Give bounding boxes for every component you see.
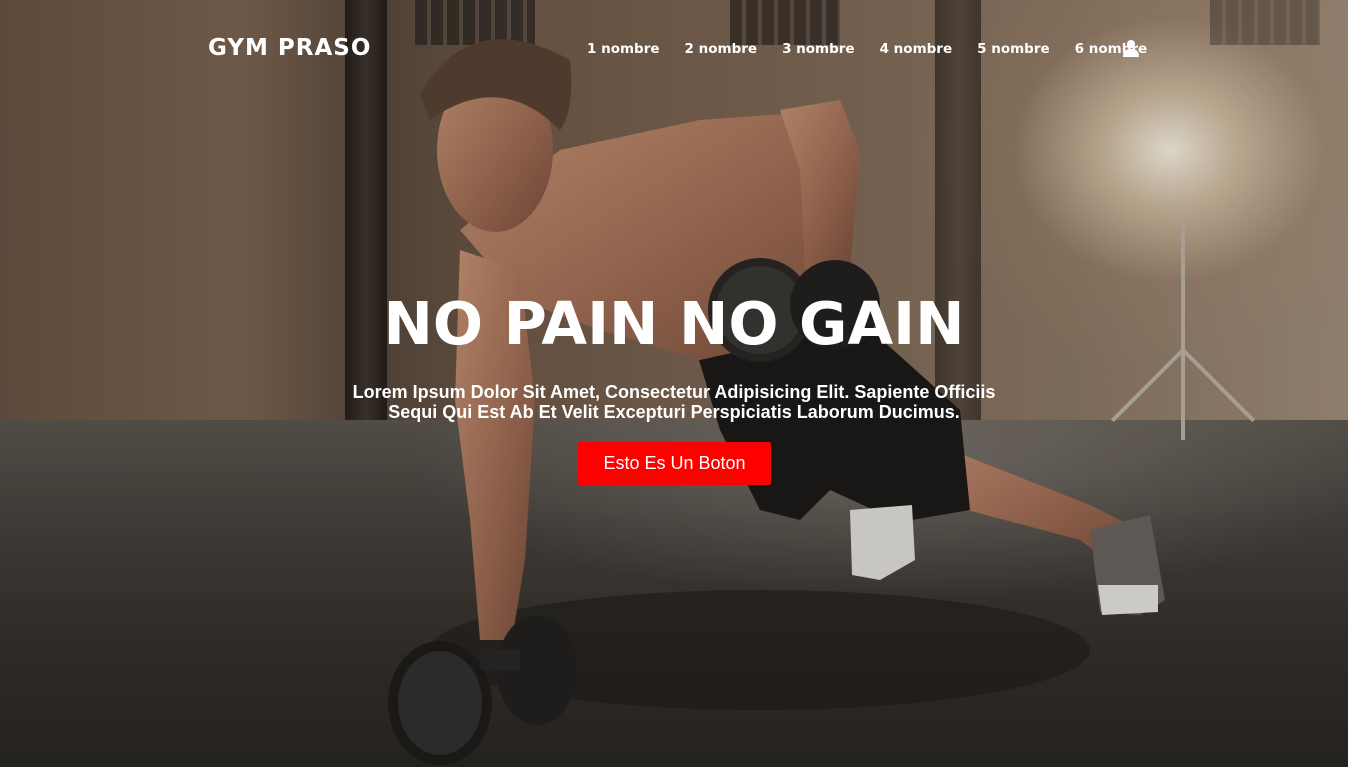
nav-link-4[interactable]: 4 nombre bbox=[880, 41, 953, 57]
nav-link-1[interactable]: 1 nombre bbox=[587, 41, 660, 57]
nav-link-5[interactable]: 5 nombre bbox=[977, 41, 1050, 57]
nav-item: 1 nombre bbox=[587, 40, 660, 58]
nav-link-3[interactable]: 3 nombre bbox=[782, 41, 855, 57]
user-icon[interactable] bbox=[1123, 39, 1139, 57]
hero-description: Lorem Ipsum Dolor Sit Amet, Consectetur … bbox=[352, 382, 996, 422]
brand-logo[interactable]: GYM PRASO bbox=[208, 35, 371, 61]
nav-link-2[interactable]: 2 nombre bbox=[685, 41, 758, 57]
hero-section: GYM PRASO 1 nombre 2 nombre 3 nombre 4 n… bbox=[0, 0, 1348, 767]
nav-menu: 1 nombre 2 nombre 3 nombre 4 nombre 5 no… bbox=[587, 40, 1172, 58]
top-navbar: GYM PRASO 1 nombre 2 nombre 3 nombre 4 n… bbox=[0, 0, 1348, 98]
nav-item: 2 nombre bbox=[685, 40, 758, 58]
hero-title: NO PAIN NO GAIN bbox=[383, 289, 965, 358]
cta-button[interactable]: Esto Es Un Boton bbox=[578, 442, 771, 485]
nav-item: 5 nombre bbox=[977, 40, 1050, 58]
nav-item: 3 nombre bbox=[782, 40, 855, 58]
nav-item: 4 nombre bbox=[880, 40, 953, 58]
